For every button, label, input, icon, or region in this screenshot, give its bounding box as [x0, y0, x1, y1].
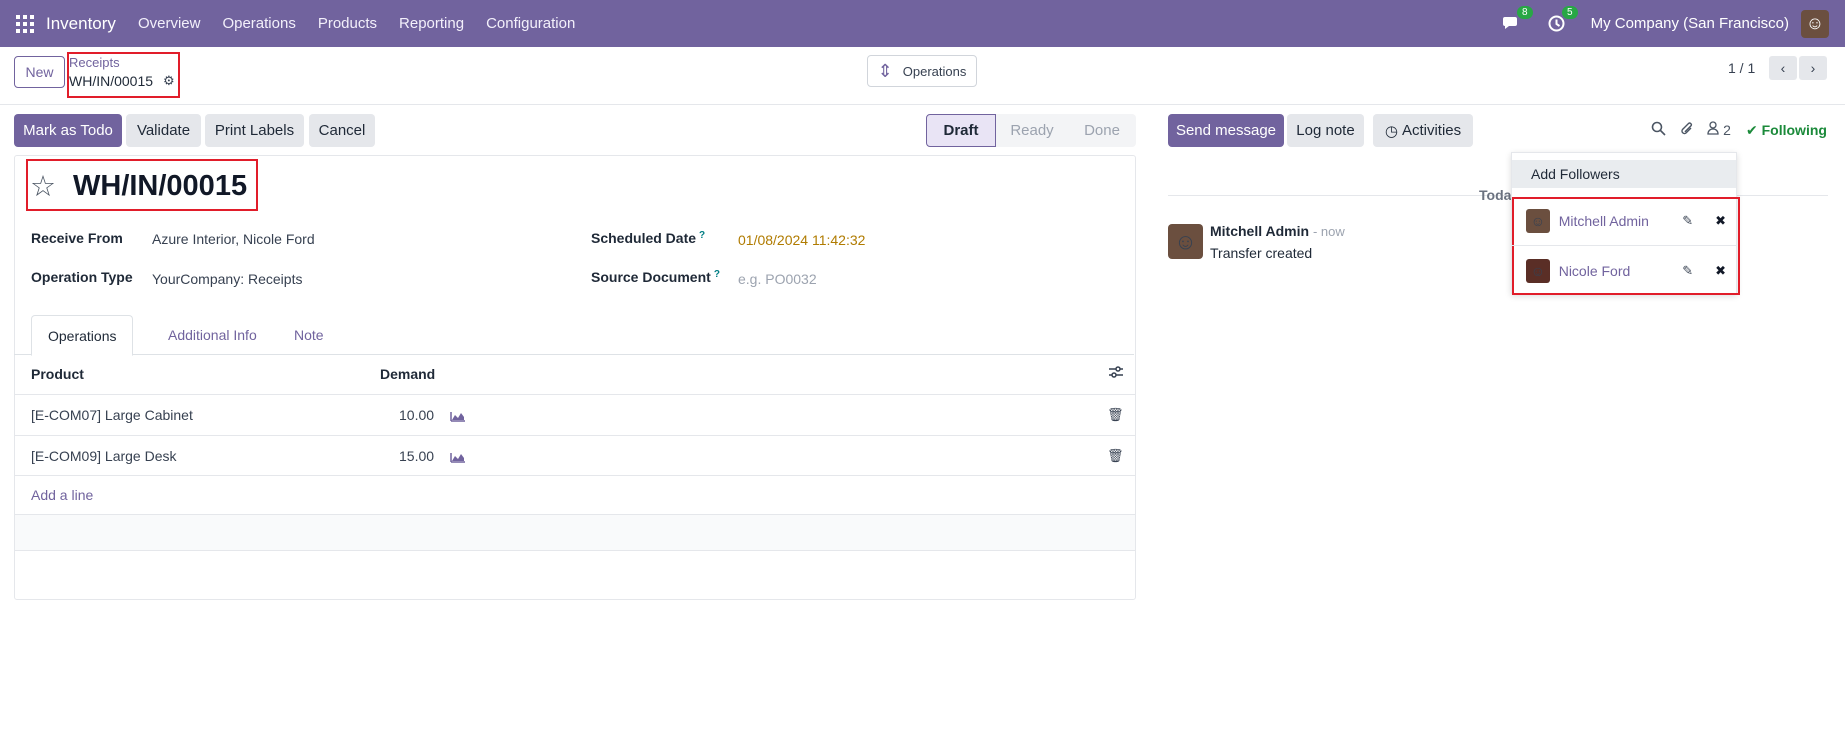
- receive-from-label: Receive From: [31, 230, 123, 246]
- app-grid-icon[interactable]: [16, 14, 34, 33]
- user-icon: [1707, 121, 1723, 139]
- source-document-label: Source Document?: [591, 269, 720, 285]
- tab-operations[interactable]: Operations: [31, 315, 134, 356]
- user-avatar[interactable]: ☺: [1801, 9, 1829, 38]
- follower-avatar: ☺: [1526, 259, 1550, 283]
- activities-button[interactable]: ◷ Activities: [1373, 114, 1473, 147]
- operations-label: Operations: [902, 63, 967, 79]
- top-navbar: Inventory Overview Operations Products R…: [0, 0, 1845, 47]
- mark-as-todo-button[interactable]: Mark as Todo: [14, 114, 122, 147]
- scheduled-date-field[interactable]: 01/08/2024 11:42:32: [738, 232, 865, 248]
- star-icon[interactable]: ☆: [30, 169, 56, 204]
- following-button[interactable]: ✔ Following: [1746, 122, 1827, 139]
- source-document-label-text: Source Document: [591, 269, 711, 285]
- column-header-demand[interactable]: Demand: [380, 366, 435, 382]
- message-author-name[interactable]: Mitchell Admin: [1210, 223, 1309, 239]
- company-switcher[interactable]: My Company (San Francisco): [1591, 15, 1789, 32]
- forecast-chart-icon[interactable]: [450, 409, 466, 422]
- follower-avatar: ☺: [1526, 209, 1550, 233]
- row-divider: [15, 394, 1135, 395]
- operations-smart-button[interactable]: ⇕ Operations: [867, 55, 977, 87]
- activities-clock-icon[interactable]: 5: [1546, 5, 1578, 35]
- new-button[interactable]: New: [14, 56, 65, 88]
- close-icon[interactable]: ✖: [1715, 213, 1726, 229]
- menu-products[interactable]: Products: [318, 15, 377, 32]
- record-title: WH/IN/00015: [73, 170, 248, 202]
- activities-badge: 5: [1562, 5, 1578, 19]
- scheduled-date-label-text: Scheduled Date: [591, 230, 697, 246]
- validate-button[interactable]: Validate: [126, 114, 201, 147]
- notebook-tabs: Operations Additional Info Note: [14, 315, 1134, 356]
- message-body: Transfer created: [1210, 245, 1313, 261]
- messages-icon[interactable]: 8: [1501, 5, 1533, 35]
- operation-type-field[interactable]: YourCompany: Receipts: [152, 271, 302, 287]
- add-a-line-link[interactable]: Add a line: [31, 487, 93, 503]
- pager-value[interactable]: 1 / 1: [1728, 60, 1755, 76]
- send-message-button[interactable]: Send message: [1168, 114, 1284, 147]
- forecast-chart-icon[interactable]: [450, 450, 466, 463]
- trash-icon[interactable]: 🗑: [1107, 448, 1124, 464]
- help-icon[interactable]: ?: [714, 269, 720, 280]
- app-name[interactable]: Inventory: [46, 14, 116, 34]
- row-divider: [15, 435, 1135, 436]
- empty-table-row: [15, 514, 1135, 551]
- source-document-input[interactable]: e.g. PO0032: [738, 271, 817, 287]
- log-note-button[interactable]: Log note: [1287, 114, 1364, 147]
- clock-icon: ◷: [1384, 122, 1398, 140]
- tab-additional-info[interactable]: Additional Info: [152, 315, 273, 355]
- follower-item[interactable]: ☺ Nicole Ford ✎ ✖: [1526, 256, 1726, 286]
- table-row-product[interactable]: [E-COM07] Large Cabinet: [31, 407, 193, 423]
- control-panel: New Receipts WH/IN/00015 ⚙ ⇕ Operations …: [0, 47, 1845, 105]
- search-icon[interactable]: [1651, 121, 1666, 140]
- help-icon[interactable]: ?: [699, 230, 705, 241]
- follower-name[interactable]: Nicole Ford: [1559, 263, 1677, 279]
- message-time: - now: [1312, 224, 1345, 239]
- menu-operations[interactable]: Operations: [222, 15, 295, 32]
- following-label: Following: [1761, 122, 1827, 138]
- scheduled-date-label: Scheduled Date?: [591, 230, 705, 246]
- message-header: Mitchell Admin - now: [1210, 223, 1345, 239]
- operation-type-label: Operation Type: [31, 269, 133, 285]
- row-divider: [15, 475, 1135, 476]
- trash-icon[interactable]: 🗑: [1107, 407, 1124, 423]
- message-author-avatar[interactable]: ☺: [1168, 224, 1203, 259]
- updown-arrow-icon: ⇕: [877, 60, 893, 81]
- tab-note[interactable]: Note: [278, 315, 340, 355]
- table-row-product[interactable]: [E-COM09] Large Desk: [31, 448, 177, 464]
- print-labels-button[interactable]: Print Labels: [205, 114, 304, 147]
- status-done[interactable]: Done: [1068, 114, 1136, 147]
- receive-from-field[interactable]: Azure Interior, Nicole Ford: [152, 231, 315, 247]
- menu-overview[interactable]: Overview: [138, 15, 201, 32]
- pager-next-button[interactable]: ›: [1799, 56, 1827, 80]
- follower-name[interactable]: Mitchell Admin: [1559, 213, 1677, 229]
- activities-label: Activities: [1401, 122, 1462, 139]
- pencil-icon[interactable]: ✎: [1682, 213, 1693, 229]
- pencil-icon[interactable]: ✎: [1682, 263, 1693, 279]
- status-draft[interactable]: Draft: [926, 114, 996, 147]
- pager-previous-button[interactable]: ‹: [1769, 56, 1797, 80]
- check-icon: ✔: [1746, 122, 1758, 138]
- follower-divider: [1512, 245, 1736, 246]
- followers-button[interactable]: 2: [1707, 121, 1731, 139]
- gear-icon[interactable]: ⚙: [163, 73, 175, 89]
- followers-count: 2: [1723, 122, 1731, 138]
- column-header-product[interactable]: Product: [31, 366, 84, 382]
- breadcrumb-current: WH/IN/00015: [69, 73, 154, 89]
- menu-reporting[interactable]: Reporting: [399, 15, 464, 32]
- close-icon[interactable]: ✖: [1715, 263, 1726, 279]
- follower-item[interactable]: ☺ Mitchell Admin ✎ ✖: [1526, 206, 1726, 236]
- cancel-button[interactable]: Cancel: [309, 114, 375, 147]
- optional-columns-icon[interactable]: [1109, 365, 1123, 381]
- status-ready[interactable]: Ready: [996, 114, 1068, 147]
- status-bar: Draft Ready Done: [926, 114, 1136, 147]
- menu-configuration[interactable]: Configuration: [486, 15, 575, 32]
- table-row-demand[interactable]: 10.00: [399, 407, 434, 423]
- breadcrumb-parent-link[interactable]: Receipts: [69, 55, 120, 70]
- messages-badge: 8: [1517, 5, 1533, 19]
- add-followers-item[interactable]: Add Followers: [1512, 160, 1736, 188]
- paperclip-icon[interactable]: [1680, 121, 1694, 141]
- table-row-demand[interactable]: 15.00: [399, 448, 434, 464]
